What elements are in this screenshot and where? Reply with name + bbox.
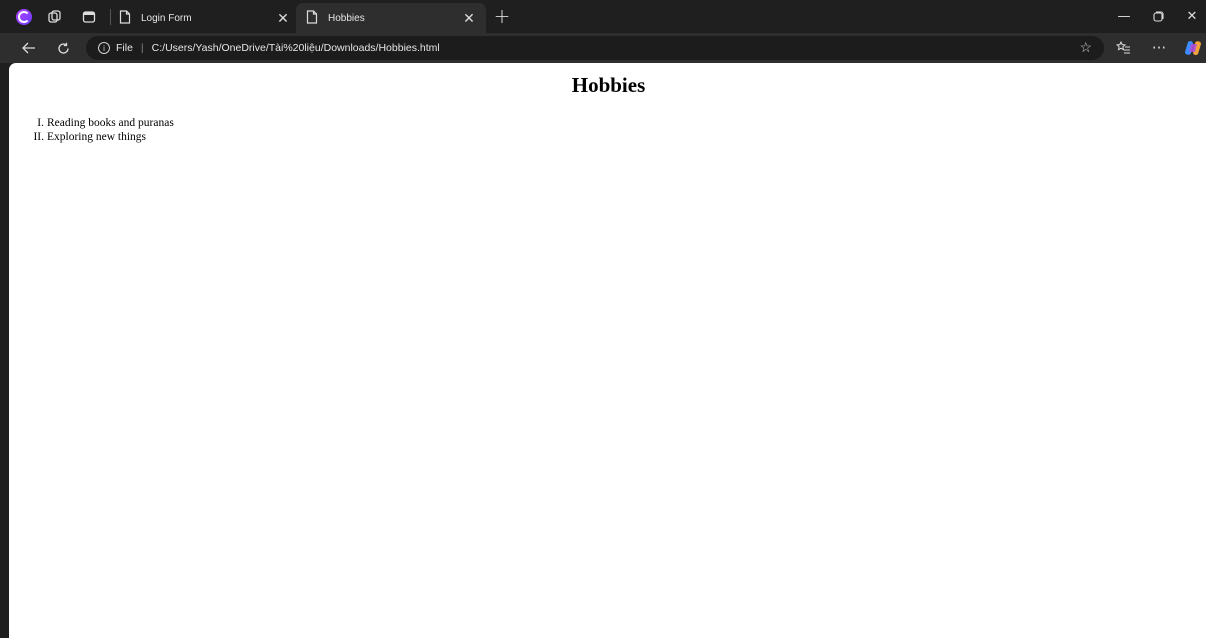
list-item: I. Reading books and puranas (9, 116, 174, 130)
url-text[interactable]: C:/Users/Yash/OneDrive/Tài%20liệu/Downlo… (152, 42, 440, 54)
site-label: File (116, 42, 133, 54)
list-marker: II. (33, 131, 44, 143)
back-arrow-icon[interactable] (16, 35, 42, 61)
tab-actions-icon[interactable] (80, 0, 98, 33)
list-item-text: Reading books and puranas (47, 117, 174, 129)
close-tab-icon[interactable]: ✕ (272, 7, 294, 29)
address-bar[interactable]: i File | C:/Users/Yash/OneDrive/Tài%20li… (86, 36, 1104, 60)
tab-strip: Login Form ✕ Hobbies ✕ + — ✕ (0, 0, 1206, 33)
new-tab-icon[interactable]: + (490, 4, 514, 28)
browser-toolbar: i File | C:/Users/Yash/OneDrive/Tài%20li… (0, 33, 1206, 63)
tab-label: Login Form (141, 12, 192, 24)
copilot-icon[interactable] (1184, 40, 1202, 56)
page-title: Hobbies (571, 73, 646, 97)
page-icon (306, 10, 320, 26)
site-info-icon[interactable]: i (98, 42, 110, 54)
tab-label: Hobbies (328, 12, 365, 24)
profile-icon[interactable] (14, 0, 34, 33)
reload-icon[interactable] (50, 35, 76, 61)
list-item-text: Exploring new things (47, 131, 147, 143)
favorites-icon[interactable] (1110, 35, 1136, 61)
page-viewport: Hobbies I. Reading books and puranas II.… (9, 63, 1206, 638)
star-icon[interactable]: ☆ (1079, 39, 1092, 56)
hobby-list: I. Reading books and puranas II. Explori… (9, 116, 174, 144)
tab-separator (110, 9, 111, 25)
close-tab-icon[interactable]: ✕ (458, 7, 480, 29)
tab-hobbies[interactable]: Hobbies ✕ (296, 3, 486, 33)
page-icon (119, 10, 133, 26)
list-marker: I. (37, 117, 44, 129)
more-icon[interactable]: ··· (1146, 35, 1172, 61)
tab-login-form[interactable]: Login Form ✕ (115, 3, 300, 33)
close-window-icon[interactable]: ✕ (1172, 0, 1206, 33)
workspaces-icon[interactable] (46, 0, 64, 33)
address-separator: | (140, 42, 144, 54)
list-item: II. Exploring new things (9, 130, 174, 144)
